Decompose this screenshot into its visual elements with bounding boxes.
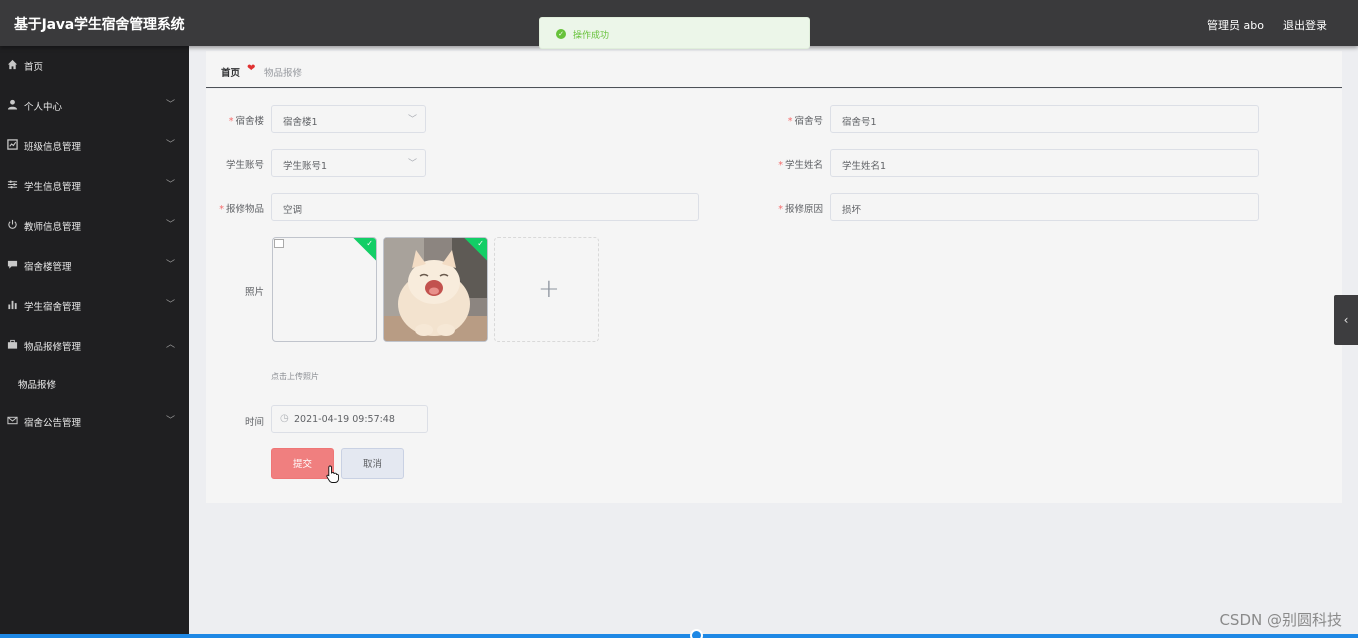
- item-value: 空调: [283, 205, 303, 216]
- sidebar-item-label: 物品报修管理: [24, 342, 82, 353]
- sidebar-item-label: 教师信息管理: [24, 222, 82, 233]
- name-label: * 学生姓名: [778, 160, 823, 171]
- sidebar-item-notice[interactable]: 宿舍公告管理 ﹀: [0, 407, 189, 437]
- check-icon: ✓: [477, 239, 484, 248]
- home-icon: [6, 59, 18, 71]
- cancel-button[interactable]: 取消: [341, 448, 404, 479]
- submit-button[interactable]: 提交: [271, 448, 334, 479]
- time-label: 时间: [244, 417, 264, 428]
- sliders-icon: [6, 179, 18, 191]
- cat-photo-image: [384, 238, 487, 341]
- sidebar-item-teacher-info[interactable]: 教师信息管理 ﹀: [0, 211, 189, 241]
- check-icon: ✓: [366, 239, 373, 248]
- name-input[interactable]: 学生姓名1: [830, 149, 1259, 177]
- chat-icon: [6, 259, 18, 271]
- sidebar-item-label: 宿舍楼管理: [24, 262, 72, 273]
- chevron-down-icon: ﹀: [165, 180, 175, 190]
- chevron-down-icon: ﹀: [407, 159, 417, 169]
- reason-value: 损坏: [842, 205, 862, 216]
- breadcrumb: 首页 ❤ 物品报修: [206, 51, 1342, 88]
- upload-hint: 点击上传照片: [271, 372, 319, 381]
- admin-label: 管理员 abo: [1207, 19, 1264, 32]
- chevron-down-icon: ﹀: [165, 140, 175, 150]
- sidebar-item-label: 学生信息管理: [24, 182, 82, 193]
- sidebar-item-personal-center[interactable]: 个人中心 ﹀: [0, 91, 189, 121]
- app-title: 基于Java学生宿舍管理系统: [14, 17, 185, 33]
- reason-label: * 报修原因: [778, 204, 823, 215]
- sidebar: 首页 个人中心 ﹀ 班级信息管理 ﹀ 学生信息管理 ﹀ 教师信息管理 ﹀ 宿舍楼…: [0, 46, 189, 638]
- power-icon: [6, 219, 18, 231]
- sidebar-item-repair[interactable]: 物品报修管理 ︿: [0, 331, 189, 361]
- clock-icon: ◷: [280, 413, 289, 424]
- sidebar-item-student-dorm[interactable]: 学生宿舍管理 ﹀: [0, 291, 189, 321]
- chevron-down-icon: ﹀: [165, 100, 175, 110]
- heart-icon: ❤: [247, 63, 256, 74]
- sidebar-item-home[interactable]: 首页: [0, 51, 189, 81]
- chevron-down-icon: ﹀: [165, 416, 175, 426]
- bar-chart-icon: [6, 299, 18, 311]
- time-picker[interactable]: ◷ 2021-04-19 09:57:48: [271, 405, 428, 433]
- watermark: CSDN @别圆科技: [1219, 611, 1342, 629]
- check-circle-icon: ✓: [556, 29, 566, 39]
- building-label: * 宿舍楼: [228, 116, 264, 127]
- broken-image-icon: [274, 239, 284, 248]
- uploaded-photo-broken[interactable]: ✓: [272, 237, 377, 342]
- main-content: 首页 ❤ 物品报修 * 宿舍楼 宿舍楼1 ﹀ * 宿舍号 宿舍号1 学生账号 学生账…: [189, 46, 1358, 638]
- plus-icon: +: [538, 274, 560, 304]
- chevron-down-icon: ﹀: [407, 115, 417, 125]
- collapse-panel-button[interactable]: ‹: [1334, 295, 1358, 345]
- building-select[interactable]: 宿舍楼1 ﹀: [271, 105, 426, 133]
- chart-icon: [6, 139, 18, 151]
- upload-add-button[interactable]: +: [494, 237, 599, 342]
- success-toast: ✓ 操作成功: [539, 17, 810, 49]
- chevron-down-icon: ﹀: [165, 220, 175, 230]
- sidebar-item-label: 首页: [24, 62, 44, 73]
- account-select[interactable]: 学生账号1 ﹀: [271, 149, 426, 177]
- user-icon: [6, 99, 18, 111]
- sidebar-item-label: 学生宿舍管理: [24, 302, 82, 313]
- building-value: 宿舍楼1: [283, 117, 318, 128]
- repair-form: * 宿舍楼 宿舍楼1 ﹀ * 宿舍号 宿舍号1 学生账号 学生账号1 ﹀ * 学生姓名…: [206, 89, 1342, 503]
- room-value: 宿舍号1: [842, 117, 877, 128]
- uploaded-photo-cat[interactable]: ✓: [383, 237, 488, 342]
- photo-label: 照片: [244, 287, 264, 298]
- sidebar-item-student-info[interactable]: 学生信息管理 ﹀: [0, 171, 189, 201]
- chevron-up-icon: ︿: [165, 340, 175, 350]
- chevron-down-icon: ﹀: [165, 260, 175, 270]
- account-label: 学生账号: [225, 160, 264, 171]
- reason-input[interactable]: 损坏: [830, 193, 1259, 221]
- hand-cursor-icon: [326, 465, 339, 487]
- room-label: * 宿舍号: [787, 116, 823, 127]
- toast-message: 操作成功: [573, 31, 610, 41]
- progress-handle[interactable]: [690, 629, 703, 638]
- sidebar-item-label: 个人中心: [24, 102, 63, 113]
- sidebar-item-label: 宿舍公告管理: [24, 418, 82, 429]
- sidebar-item-label: 班级信息管理: [24, 142, 82, 153]
- sidebar-item-building[interactable]: 宿舍楼管理 ﹀: [0, 251, 189, 281]
- briefcase-icon: [6, 339, 18, 351]
- sidebar-item-class-info[interactable]: 班级信息管理 ﹀: [0, 131, 189, 161]
- breadcrumb-current: 物品报修: [264, 68, 303, 79]
- upload-success-badge: [351, 238, 376, 264]
- sidebar-subitem-repair[interactable]: 物品报修: [18, 377, 56, 391]
- progress-line: [0, 634, 1358, 638]
- account-value: 学生账号1: [283, 161, 328, 172]
- logout-link[interactable]: 退出登录: [1283, 17, 1327, 33]
- item-input[interactable]: 空调: [271, 193, 699, 221]
- name-value: 学生姓名1: [842, 161, 887, 172]
- time-value: 2021-04-19 09:57:48: [294, 414, 395, 425]
- item-label: * 报修物品: [219, 204, 264, 215]
- breadcrumb-home[interactable]: 首页: [221, 65, 240, 79]
- chevron-left-icon: ‹: [1343, 313, 1349, 327]
- room-input[interactable]: 宿舍号1: [830, 105, 1259, 133]
- chevron-down-icon: ﹀: [165, 300, 175, 310]
- mail-icon: [6, 415, 18, 427]
